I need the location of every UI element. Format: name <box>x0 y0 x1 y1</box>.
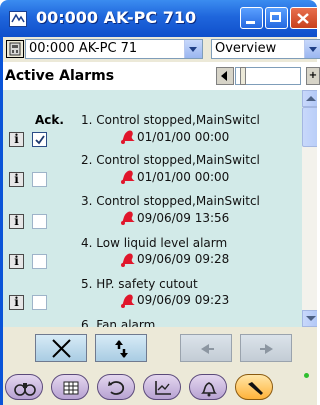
nav-overview-button[interactable] <box>5 374 43 400</box>
alarms-header: Active Alarms + <box>0 62 320 90</box>
unit-select[interactable]: 00:000 AK-PC 71 <box>25 39 203 59</box>
ack-checkbox[interactable] <box>32 132 47 147</box>
alarm-row[interactable]: 3. Control stopped,MainSwitcl 09/06/09 1… <box>3 191 303 234</box>
alarm-bell-icon <box>121 211 135 225</box>
page-scroll-thumb[interactable] <box>240 67 246 85</box>
grid-icon <box>63 381 79 395</box>
action-bar <box>0 327 317 367</box>
binoculars-icon <box>14 383 36 396</box>
alarm-list: Ack. 1. Control stopped,MainSwitcl 01/01… <box>0 90 317 327</box>
alarm-bell-icon <box>121 294 135 308</box>
page-title: Active Alarms <box>5 68 115 84</box>
nav-alarms-button[interactable] <box>189 374 227 400</box>
unit-icon[interactable] <box>6 40 24 58</box>
scroll-thumb[interactable] <box>302 107 317 147</box>
alarm-time: 01/01/00 00:00 <box>137 170 230 184</box>
scroll-up-button[interactable] <box>302 90 317 107</box>
alarm-row[interactable]: 5. HP. safety cutout 09/06/09 09:23 i <box>3 274 303 317</box>
history-icon <box>108 381 125 395</box>
alarm-info-button[interactable]: i <box>9 172 24 187</box>
graph-icon <box>155 381 171 395</box>
view-select-value: Overview <box>215 41 277 56</box>
checkmark-icon <box>35 135 45 145</box>
clear-alarm-button[interactable] <box>35 334 87 362</box>
alarm-bell-icon <box>121 253 135 267</box>
alarm-bell-icon <box>121 130 135 144</box>
controller-icon <box>9 42 21 56</box>
nav-history-button[interactable] <box>97 374 135 400</box>
alarm-time: 09/06/09 09:23 <box>137 293 230 307</box>
alarm-info-button[interactable]: i <box>9 214 24 229</box>
wrench-icon <box>248 382 263 395</box>
page-prev-button[interactable] <box>216 67 234 85</box>
bell-icon <box>201 382 217 397</box>
nav-graph-button[interactable] <box>143 374 181 400</box>
alarm-time: 09/06/09 13:56 <box>137 211 230 225</box>
scroll-down-button[interactable] <box>302 310 317 327</box>
nav-service-button[interactable] <box>235 374 273 400</box>
alarm-time: 01/01/00 00:00 <box>137 130 230 144</box>
alarm-text: 1. Control stopped,MainSwitcl <box>81 113 260 127</box>
app-icon <box>9 11 27 27</box>
close-icon <box>297 13 309 24</box>
bottom-nav <box>0 367 317 405</box>
refresh-arrows-icon <box>115 340 128 358</box>
alarm-info-button[interactable]: i <box>9 295 24 310</box>
alarm-row[interactable]: 6. Fan alarm <box>3 315 303 327</box>
window-title: 00:000 AK-PC 710 <box>36 8 197 27</box>
ack-checkbox[interactable] <box>32 254 47 269</box>
minimize-button[interactable] <box>240 7 263 29</box>
alarm-bell-icon <box>121 170 135 184</box>
previous-button[interactable] <box>180 334 232 362</box>
alarm-text: 3. Control stopped,MainSwitcl <box>81 194 260 208</box>
alarm-info-button[interactable]: i <box>9 254 24 269</box>
alarm-row[interactable]: 1. Control stopped,MainSwitcl 01/01/00 0… <box>3 110 303 153</box>
alarm-info-button[interactable]: i <box>9 132 24 147</box>
maximize-button[interactable] <box>265 7 288 29</box>
ack-checkbox[interactable] <box>32 214 47 229</box>
alarm-text: 6. Fan alarm <box>81 318 156 327</box>
page-next-button[interactable]: + <box>306 67 320 85</box>
alarm-time: 09/06/09 09:28 <box>137 252 230 266</box>
chevron-down-icon[interactable] <box>304 40 320 58</box>
toolbar: 00:000 AK-PC 71 Overview <box>0 37 320 62</box>
alarm-text: 4. Low liquid level alarm <box>81 236 228 250</box>
next-button[interactable] <box>240 334 292 362</box>
ack-checkbox[interactable] <box>32 172 47 187</box>
unit-select-value: 00:000 AK-PC 71 <box>29 41 138 56</box>
arrow-left-icon <box>201 344 214 354</box>
refresh-button[interactable] <box>95 334 147 362</box>
close-window-button[interactable] <box>290 7 317 29</box>
nav-list-button[interactable] <box>51 374 89 400</box>
alarm-row[interactable]: 2. Control stopped,MainSwitcl 01/01/00 0… <box>3 150 303 193</box>
alarm-list-scrollbar[interactable] <box>302 90 317 327</box>
ack-checkbox[interactable] <box>32 295 47 310</box>
alarm-text: 5. HP. safety cutout <box>81 277 198 291</box>
status-indicator <box>304 373 309 378</box>
close-x-icon <box>52 339 71 358</box>
chevron-down-icon[interactable] <box>184 40 202 58</box>
view-select[interactable]: Overview <box>211 39 320 59</box>
alarm-text: 2. Control stopped,MainSwitcl <box>81 153 260 167</box>
alarm-row[interactable]: 4. Low liquid level alarm 09/06/09 09:28… <box>3 233 303 276</box>
title-bar: 00:000 AK-PC 710 <box>0 0 317 37</box>
arrow-right-icon <box>260 344 273 354</box>
